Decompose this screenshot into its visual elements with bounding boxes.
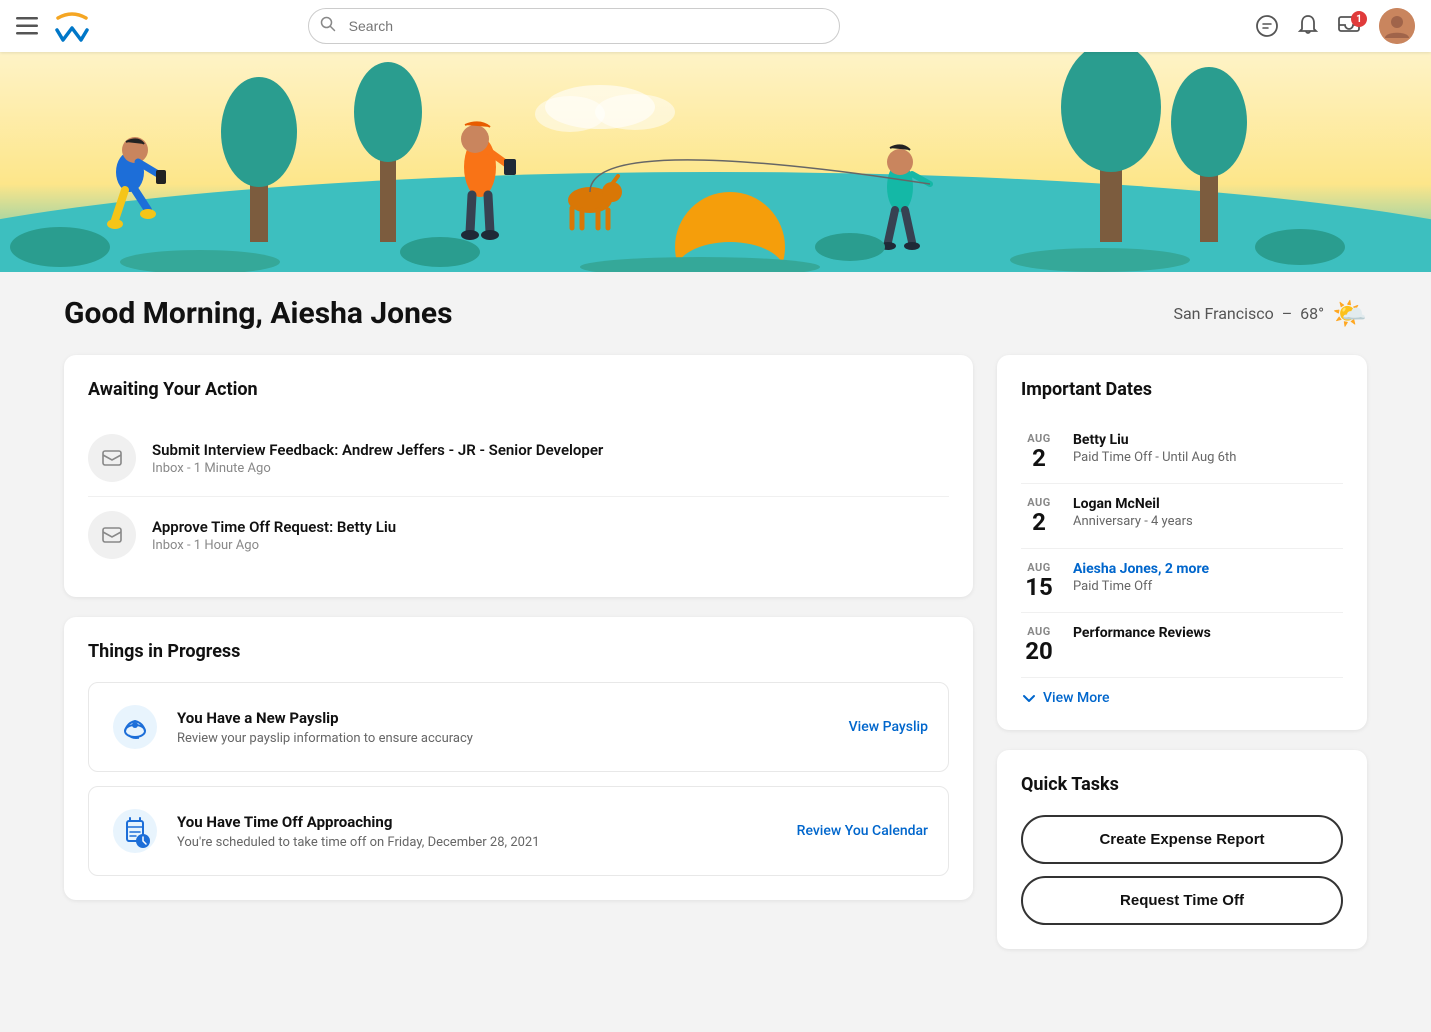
payslip-text: You Have a New Payslip Review your paysl…: [177, 709, 833, 746]
two-column-layout: Awaiting Your Action Submit Interview Fe…: [64, 355, 1367, 949]
chat-icon[interactable]: [1255, 14, 1279, 38]
time-off-text: You Have Time Off Approaching You're sch…: [177, 813, 781, 850]
date-info-3: Aiesha Jones, 2 more Paid Time Off: [1073, 561, 1209, 594]
inbox-badge: 1: [1351, 11, 1367, 27]
date-block-2: AUG 2: [1021, 496, 1057, 535]
create-expense-report-button[interactable]: Create Expense Report: [1021, 815, 1343, 864]
hero-banner: [0, 52, 1431, 272]
date-block-4: AUG 20: [1021, 625, 1057, 664]
date-info-4: Performance Reviews: [1073, 625, 1211, 643]
progress-item-1[interactable]: You Have a New Payslip Review your paysl…: [88, 682, 949, 772]
things-in-progress-card: Things in Progress You Have a New Paysli…: [64, 617, 973, 900]
date-info-2: Logan McNeil Anniversary - 4 years: [1073, 496, 1193, 529]
action-icon-2: [88, 511, 136, 559]
quick-tasks-card: Quick Tasks Create Expense Report Reques…: [997, 750, 1367, 949]
right-column: Important Dates AUG 2 Betty Liu Paid Tim…: [997, 355, 1367, 949]
left-column: Awaiting Your Action Submit Interview Fe…: [64, 355, 973, 900]
date-entry-1: AUG 2 Betty Liu Paid Time Off - Until Au…: [1021, 420, 1343, 484]
chevron-down-icon: [1021, 690, 1037, 706]
weather-info: San Francisco – 68° 🌤️: [1173, 297, 1367, 330]
greeting-text: Good Morning, Aiesha Jones: [64, 296, 453, 331]
location-temp: San Francisco – 68°: [1173, 304, 1324, 323]
date-entry-2: AUG 2 Logan McNeil Anniversary - 4 years: [1021, 484, 1343, 548]
action-info-1: Submit Interview Feedback: Andrew Jeffer…: [152, 441, 603, 476]
date-block-1: AUG 2: [1021, 432, 1057, 471]
action-sub-2: Inbox - 1 Hour Ago: [152, 538, 396, 553]
date-block-3: AUG 15: [1021, 561, 1057, 600]
payslip-icon: [109, 701, 161, 753]
action-title-1: Submit Interview Feedback: Andrew Jeffer…: [152, 441, 603, 459]
quick-tasks-title: Quick Tasks: [1021, 774, 1343, 795]
awaiting-action-item-2[interactable]: Approve Time Off Request: Betty Liu Inbo…: [88, 497, 949, 573]
workday-logo[interactable]: [50, 8, 94, 44]
user-avatar[interactable]: [1379, 8, 1415, 44]
notifications-icon[interactable]: [1297, 14, 1319, 38]
greeting-row: Good Morning, Aiesha Jones San Francisco…: [64, 296, 1367, 331]
important-dates-title: Important Dates: [1021, 379, 1343, 400]
action-title-2: Approve Time Off Request: Betty Liu: [152, 518, 396, 536]
nav-right-icons: 1: [1255, 8, 1415, 44]
action-icon-1: [88, 434, 136, 482]
top-navigation: 1: [0, 0, 1431, 52]
date-info-1: Betty Liu Paid Time Off - Until Aug 6th: [1073, 432, 1236, 465]
things-in-progress-title: Things in Progress: [88, 641, 949, 662]
date-entry-3[interactable]: AUG 15 Aiesha Jones, 2 more Paid Time Of…: [1021, 549, 1343, 613]
search-input[interactable]: [308, 8, 840, 44]
inbox-icon[interactable]: 1: [1337, 15, 1361, 37]
important-dates-card: Important Dates AUG 2 Betty Liu Paid Tim…: [997, 355, 1367, 730]
progress-item-2[interactable]: You Have Time Off Approaching You're sch…: [88, 786, 949, 876]
awaiting-action-card: Awaiting Your Action Submit Interview Fe…: [64, 355, 973, 597]
view-payslip-link[interactable]: View Payslip: [849, 719, 928, 735]
main-content: Good Morning, Aiesha Jones San Francisco…: [0, 272, 1431, 973]
awaiting-action-title: Awaiting Your Action: [88, 379, 949, 400]
date-name-link[interactable]: Aiesha Jones, 2 more: [1073, 561, 1209, 577]
review-calendar-link[interactable]: Review You Calendar: [797, 823, 928, 839]
hamburger-menu[interactable]: [16, 17, 38, 35]
search-wrapper: [308, 8, 840, 44]
date-entry-4: AUG 20 Performance Reviews: [1021, 613, 1343, 677]
view-more-button[interactable]: View More: [1021, 690, 1343, 706]
action-sub-1: Inbox - 1 Minute Ago: [152, 461, 603, 476]
weather-icon: 🌤️: [1332, 297, 1367, 330]
request-time-off-button[interactable]: Request Time Off: [1021, 876, 1343, 925]
action-info-2: Approve Time Off Request: Betty Liu Inbo…: [152, 518, 396, 553]
time-off-icon: [109, 805, 161, 857]
awaiting-action-item-1[interactable]: Submit Interview Feedback: Andrew Jeffer…: [88, 420, 949, 497]
